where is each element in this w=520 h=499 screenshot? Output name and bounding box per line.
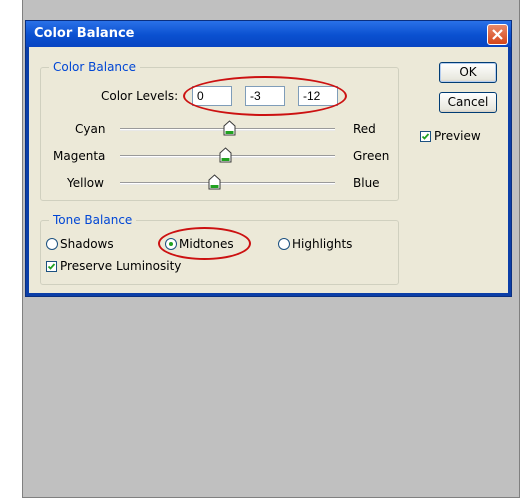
color-balance-dialog: Color Balance Color Balance Color Levels… (25, 20, 512, 297)
slider-label-magenta: Magenta (53, 149, 106, 163)
color-level-magenta-green[interactable] (245, 86, 285, 106)
color-level-cyan-red[interactable] (192, 86, 232, 106)
slider-thumb-cyan-red[interactable] (223, 120, 236, 136)
radio-midtones[interactable] (165, 238, 177, 250)
radio-highlights[interactable] (278, 238, 290, 250)
radio-highlights-label[interactable]: Highlights (292, 237, 352, 251)
preserve-luminosity-checkbox[interactable] (46, 261, 57, 272)
close-button[interactable] (487, 24, 508, 45)
radio-selected-dot (169, 242, 173, 246)
slider-label-yellow: Yellow (67, 176, 104, 190)
color-level-yellow-blue[interactable] (298, 86, 338, 106)
dialog-body: Color Balance Color Levels: Cyan Red Mag… (29, 47, 508, 293)
checkmark-icon (47, 263, 56, 270)
preview-label[interactable]: Preview (434, 129, 481, 143)
radio-shadows-label[interactable]: Shadows (60, 237, 114, 251)
slider-track-yellow-blue[interactable] (120, 182, 335, 185)
color-levels-label: Color Levels: (101, 89, 179, 103)
ok-button[interactable]: OK (439, 62, 497, 83)
cancel-button[interactable]: Cancel (439, 92, 497, 113)
slider-label-green: Green (353, 149, 390, 163)
dialog-title: Color Balance (34, 26, 135, 41)
tone-balance-group-label: Tone Balance (49, 213, 137, 227)
slider-label-blue: Blue (353, 176, 380, 190)
checkmark-icon (421, 133, 430, 140)
slider-label-cyan: Cyan (75, 122, 106, 136)
close-icon (492, 29, 503, 40)
slider-thumb-yellow-blue[interactable] (208, 174, 221, 190)
preserve-luminosity-label[interactable]: Preserve Luminosity (60, 259, 181, 273)
color-balance-group-label: Color Balance (49, 60, 141, 74)
tone-balance-group: Tone Balance Shadows Midtones Highlights… (40, 213, 399, 285)
title-bar[interactable]: Color Balance (26, 21, 511, 47)
radio-shadows[interactable] (46, 238, 58, 250)
color-balance-group: Color Balance Color Levels: Cyan Red Mag… (40, 60, 399, 201)
slider-thumb-magenta-green[interactable] (219, 147, 232, 163)
radio-midtones-label[interactable]: Midtones (179, 237, 234, 251)
slider-label-red: Red (353, 122, 376, 136)
preview-checkbox[interactable] (420, 131, 431, 142)
